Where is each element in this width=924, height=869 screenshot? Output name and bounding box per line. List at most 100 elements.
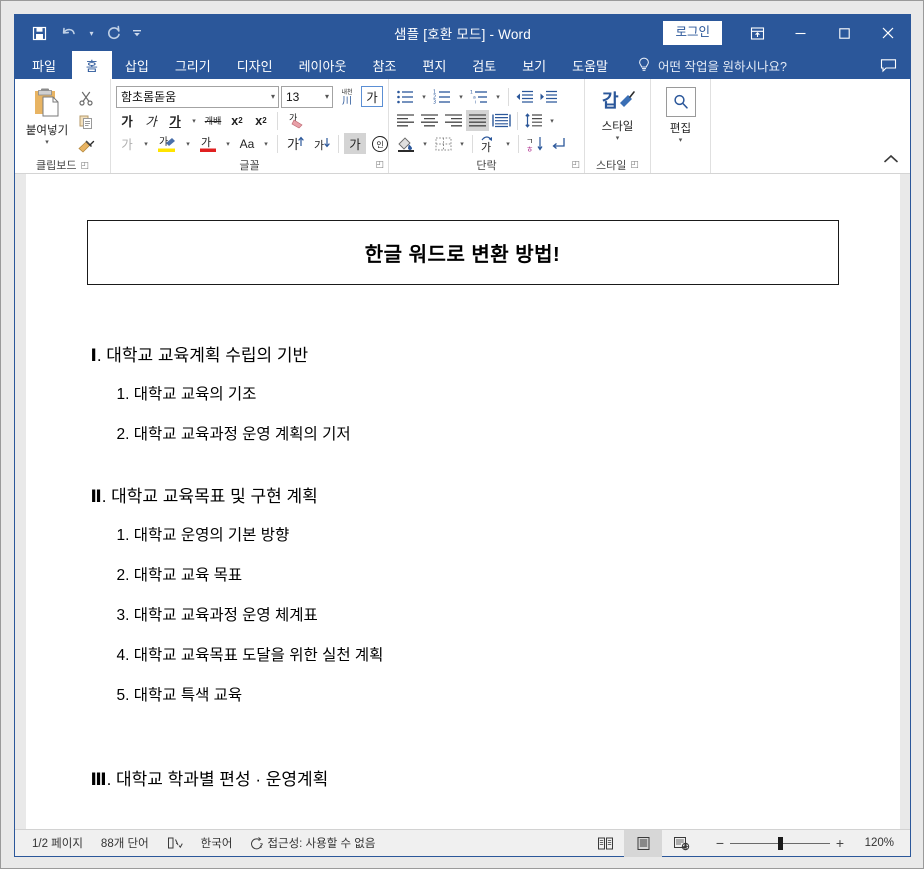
paragraph-dialog-launcher-icon[interactable]: ◰ — [571, 160, 580, 169]
paste-dropdown-icon[interactable]: ▾ — [45, 139, 49, 146]
save-icon[interactable] — [25, 19, 53, 47]
bold-icon[interactable]: 가 — [116, 110, 138, 131]
status-page-number[interactable]: 1/2 페이지 — [23, 830, 92, 856]
font-dialog-launcher-icon[interactable]: ◰ — [375, 160, 384, 169]
shading-dropdown-icon[interactable]: ▾ — [419, 133, 431, 154]
text-effects-icon[interactable]: 가 — [116, 133, 138, 154]
show-formatting-marks-icon[interactable] — [548, 133, 570, 154]
status-accessibility[interactable]: ? 접근성: 사용할 수 없음 — [241, 830, 384, 856]
sign-in-button[interactable]: 로그인 — [663, 20, 722, 46]
text-highlight-color-icon[interactable]: 가 — [154, 133, 180, 154]
comments-icon[interactable] — [866, 51, 910, 79]
status-language[interactable]: 한국어 — [192, 830, 242, 856]
zoom-in-button[interactable]: + — [830, 835, 850, 851]
bullets-dropdown-icon[interactable]: ▾ — [418, 86, 430, 107]
subscript-icon[interactable]: x2 — [226, 110, 248, 131]
tab-layout[interactable]: 레이아웃 — [286, 51, 360, 79]
undo-dropdown-icon[interactable]: ▾ — [85, 19, 98, 47]
borders-icon[interactable] — [432, 133, 455, 154]
italic-icon[interactable]: 가 — [140, 110, 162, 131]
increase-indent-icon[interactable] — [537, 86, 560, 107]
multilevel-dropdown-icon[interactable]: ▾ — [492, 86, 504, 107]
tab-insert[interactable]: 삽입 — [112, 51, 162, 79]
font-color-icon[interactable]: 가 — [196, 133, 220, 154]
copy-icon[interactable] — [74, 111, 98, 133]
strikethrough-icon[interactable]: 개배 — [202, 110, 224, 131]
text-shading-icon[interactable]: 가 — [344, 133, 366, 154]
change-case-dropdown-icon[interactable]: ▾ — [260, 133, 272, 154]
document-page[interactable]: 한글 워드로 변환 방법! Ⅰ. 대학교 교육계획 수립의 기반 1. 대학교 … — [25, 174, 900, 829]
customize-qat-icon[interactable] — [130, 19, 143, 47]
font-color-dropdown-icon[interactable]: ▾ — [222, 133, 234, 154]
distributed-icon[interactable] — [490, 110, 513, 131]
maximize-icon[interactable] — [822, 15, 866, 51]
justify-icon[interactable] — [466, 110, 489, 131]
tab-draw[interactable]: 그리기 — [162, 51, 224, 79]
chevron-down-icon[interactable]: ▾ — [321, 92, 329, 101]
text-effects-dropdown-icon[interactable]: ▾ — [140, 133, 152, 154]
styles-dialog-launcher-icon[interactable]: ◰ — [630, 160, 639, 169]
tab-review[interactable]: 검토 — [459, 51, 509, 79]
sort-icon[interactable]: ㄱ ㅎ — [523, 133, 547, 154]
web-layout-view-icon[interactable] — [662, 830, 700, 857]
undo-icon[interactable] — [55, 19, 83, 47]
align-center-icon[interactable] — [418, 110, 441, 131]
format-painter-icon[interactable] — [74, 135, 98, 157]
styles-button[interactable]: 갑 스타일 ▾ — [590, 84, 645, 142]
tab-mailings[interactable]: 편지 — [409, 51, 459, 79]
read-mode-view-icon[interactable] — [586, 830, 624, 857]
paste-button[interactable]: 붙여넣기 ▾ — [20, 84, 74, 146]
align-left-icon[interactable] — [394, 110, 417, 131]
numbering-dropdown-icon[interactable]: ▾ — [455, 86, 467, 107]
grow-font-icon[interactable]: 가 — [283, 133, 307, 154]
multilevel-list-icon[interactable]: 1 a i — [468, 86, 491, 107]
tab-design[interactable]: 디자인 — [224, 51, 286, 79]
asian-layout-dropdown-icon[interactable]: ▾ — [502, 133, 514, 154]
clear-formatting-icon[interactable]: 가 — [283, 110, 307, 131]
zoom-level-label[interactable]: 120% — [850, 837, 904, 849]
numbering-icon[interactable]: 1 2 3 — [431, 86, 454, 107]
spell-check-icon[interactable] — [158, 830, 192, 856]
print-layout-view-icon[interactable] — [624, 829, 662, 857]
tab-help[interactable]: 도움말 — [559, 51, 621, 79]
bullets-icon[interactable] — [394, 86, 417, 107]
align-right-icon[interactable] — [442, 110, 465, 131]
decrease-indent-icon[interactable] — [513, 86, 536, 107]
change-case-icon[interactable]: Aa — [236, 133, 258, 154]
close-icon[interactable] — [866, 15, 910, 51]
editing-dropdown-icon[interactable]: ▾ — [679, 137, 683, 144]
clipboard-dialog-launcher-icon[interactable]: ◰ — [80, 160, 89, 170]
highlight-dropdown-icon[interactable]: ▾ — [182, 133, 194, 154]
underline-icon[interactable]: 가 — [164, 110, 186, 131]
cut-icon[interactable] — [74, 87, 98, 109]
ribbon-display-options-icon[interactable] — [736, 15, 778, 51]
redo-icon[interactable] — [100, 19, 128, 47]
tab-file[interactable]: 파일 — [15, 51, 72, 79]
character-border-icon[interactable]: 가 — [361, 86, 383, 107]
zoom-control[interactable]: − + 120% — [700, 830, 910, 857]
font-name-combo[interactable]: 함초롬돋움 ▾ — [116, 85, 279, 108]
underline-dropdown-icon[interactable]: ▾ — [188, 110, 200, 131]
collapse-ribbon-icon[interactable] — [880, 149, 902, 169]
shrink-font-icon[interactable]: 가 — [309, 133, 333, 154]
line-spacing-dropdown-icon[interactable]: ▾ — [546, 110, 558, 131]
font-size-combo[interactable]: 13 ▾ — [281, 85, 333, 108]
chevron-down-icon[interactable]: ▾ — [267, 92, 275, 101]
superscript-icon[interactable]: x2 — [250, 110, 272, 131]
asian-layout-icon[interactable]: 가 — [477, 133, 501, 154]
tab-references[interactable]: 참조 — [359, 51, 409, 79]
tab-view[interactable]: 보기 — [509, 51, 559, 79]
zoom-slider[interactable] — [730, 830, 830, 857]
tab-home[interactable]: 홈 — [71, 51, 112, 79]
borders-dropdown-icon[interactable]: ▾ — [456, 133, 468, 154]
tell-me-search[interactable]: 어떤 작업을 원하시나요? — [637, 51, 787, 79]
status-word-count[interactable]: 88개 단어 — [92, 830, 158, 856]
zoom-out-button[interactable]: − — [710, 835, 730, 851]
styles-dropdown-icon[interactable]: ▾ — [616, 135, 620, 142]
zoom-slider-thumb[interactable] — [778, 836, 783, 850]
line-spacing-icon[interactable] — [522, 110, 545, 131]
phonetic-guide-icon[interactable]: 내천 川 — [335, 86, 359, 107]
editing-button[interactable]: 편집 ▾ — [656, 84, 705, 144]
minimize-icon[interactable] — [778, 15, 822, 51]
shading-icon[interactable] — [394, 133, 418, 154]
